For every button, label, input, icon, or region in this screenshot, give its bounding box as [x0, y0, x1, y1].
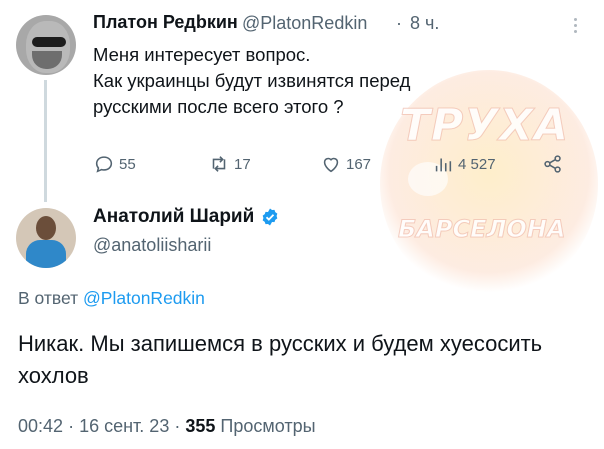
author-name-row[interactable]: Анатолий Шарий	[93, 206, 280, 228]
author-handle[interactable]: @anatoliisharii	[93, 235, 211, 256]
views-label: Просмотры	[220, 416, 316, 436]
reply-icon	[95, 156, 113, 173]
like-button[interactable]: 167	[320, 152, 371, 176]
reply-context: В ответ @PlatonRedkin	[18, 288, 205, 309]
author-handle[interactable]: @PlatonRedkin	[242, 13, 367, 34]
avatar-glasses	[32, 37, 66, 47]
author-name[interactable]: Анатолий Шарий	[93, 206, 254, 228]
watermark-bottom-text: БАРСЕЛОНА	[397, 215, 566, 244]
share-button[interactable]	[542, 152, 568, 176]
reply-prefix: В ответ	[18, 288, 79, 308]
repost-button[interactable]: 17	[208, 152, 251, 176]
like-count: 167	[346, 155, 372, 173]
more-icon[interactable]	[572, 18, 578, 38]
views-button[interactable]: 4 527	[432, 152, 496, 176]
tweet-time[interactable]: 00:42	[18, 416, 63, 436]
tweet-text: Меня интересует вопрос. Как украинцы буд…	[93, 44, 411, 117]
avatar-body	[26, 240, 66, 268]
avatar[interactable]	[16, 208, 76, 268]
tweet-text: Никак. Мы запишемся в русских и будем ху…	[18, 331, 543, 388]
action-bar: 55 17 167 4 527	[0, 152, 604, 176]
repost-count: 17	[234, 155, 251, 173]
reply-count: 55	[119, 155, 136, 173]
reply-mention-link[interactable]: @PlatonRedkin	[83, 288, 205, 308]
meta-separator: ·	[68, 416, 75, 436]
tweet-date[interactable]: 16 сент. 23	[79, 416, 169, 436]
meta-separator: ·	[174, 416, 181, 436]
like-icon	[323, 157, 339, 173]
repost-icon	[212, 156, 226, 172]
share-icon	[544, 155, 561, 173]
views-count: 4 527	[458, 155, 496, 173]
avatar-head	[36, 216, 56, 240]
reply-button[interactable]: 55	[93, 152, 136, 176]
author-name[interactable]: Платон Редbкин	[93, 12, 238, 33]
views-count: 355	[185, 416, 216, 436]
avatar[interactable]	[16, 15, 76, 75]
separator-dot: ·	[396, 13, 402, 33]
tweet-meta: 00:42 · 16 сент. 23 · 355 Просмотры	[18, 416, 316, 437]
verified-badge-icon	[262, 208, 278, 226]
tweet-time[interactable]: 8 ч.	[410, 13, 439, 34]
views-icon	[435, 158, 452, 172]
thread-connector	[44, 80, 47, 202]
